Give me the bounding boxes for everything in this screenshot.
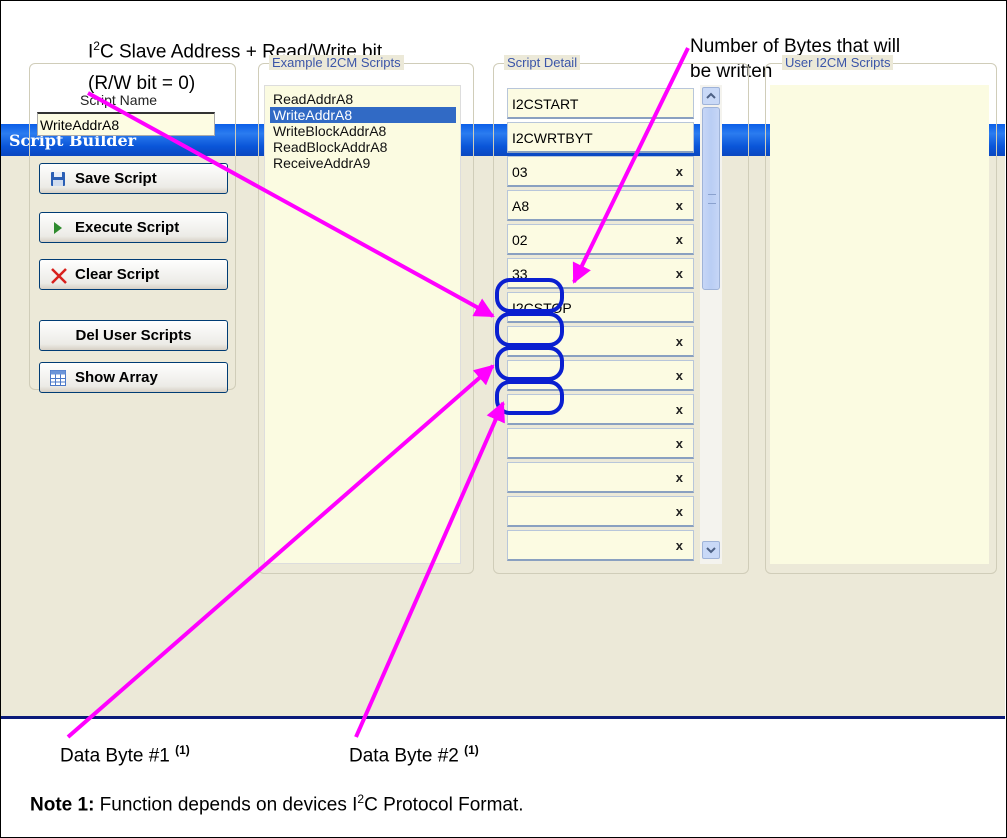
script-detail-group-label: Script Detail <box>504 55 581 70</box>
delete-row-icon[interactable]: x <box>676 198 683 213</box>
script-detail-row[interactable]: 33 x <box>507 258 694 289</box>
save-script-button[interactable]: Save Script <box>39 163 228 194</box>
note-label: Note 1: <box>30 794 95 816</box>
script-detail-value[interactable]: 02 <box>512 232 528 248</box>
script-detail-value[interactable]: I2CWRTBYT <box>512 130 593 146</box>
delete-row-icon[interactable]: x <box>676 368 683 383</box>
script-detail-list: I2CSTART I2CWRTBYT 03 x A8 x 02 x 33 x I2CSTOP x x x x… <box>502 85 728 564</box>
scroll-up-button[interactable] <box>702 87 720 105</box>
del-user-scripts-label: Del User Scripts <box>75 327 192 344</box>
script-detail-value[interactable]: I2CSTART <box>512 96 578 112</box>
delete-row-icon[interactable]: x <box>676 266 683 281</box>
example-item-writeblockaddra8[interactable]: WriteBlockAddrA8 <box>270 123 389 139</box>
examples-group-label: Example I2CM Scripts <box>269 55 404 70</box>
show-array-label: Show Array <box>75 369 158 386</box>
clear-script-button[interactable]: Clear Script <box>39 259 228 290</box>
example-item-readaddra8[interactable]: ReadAddrA8 <box>270 91 356 107</box>
delete-row-icon[interactable]: x <box>676 232 683 247</box>
script-detail-row[interactable]: x <box>507 394 694 425</box>
script-detail-row[interactable]: x <box>507 530 694 561</box>
save-script-label: Save Script <box>75 170 157 187</box>
execute-script-button[interactable]: Execute Script <box>39 212 228 243</box>
script-detail-value[interactable]: I2CSTOP <box>512 300 572 316</box>
script-detail-row[interactable]: 03 x <box>507 156 694 187</box>
script-detail-row[interactable]: A8 x <box>507 190 694 221</box>
delete-row-icon[interactable]: x <box>676 164 683 179</box>
delete-row-icon[interactable]: x <box>676 538 683 553</box>
script-detail-row[interactable]: x <box>507 326 694 357</box>
example-item-readblockaddra8[interactable]: ReadBlockAddrA8 <box>270 139 390 155</box>
script-detail-value[interactable]: 33 <box>512 266 528 282</box>
example-item-writeaddra8[interactable]: WriteAddrA8 <box>270 107 456 123</box>
script-detail-row[interactable]: x <box>507 462 694 493</box>
script-name-input[interactable]: WriteAddrA8 <box>37 112 215 136</box>
execute-script-label: Execute Script <box>75 219 180 236</box>
script-detail-row[interactable]: I2CWRTBYT <box>507 122 694 153</box>
delete-row-icon[interactable]: x <box>676 334 683 349</box>
floppy-disk-icon <box>50 171 66 187</box>
delete-row-icon[interactable]: x <box>676 402 683 417</box>
scroll-thumb[interactable] <box>702 107 720 290</box>
script-detail-scrollbar[interactable] <box>700 85 722 564</box>
chevron-up-icon <box>706 92 716 99</box>
user-scripts-list[interactable] <box>770 85 989 564</box>
data-byte-1-annotation: Data Byte #1 (1) <box>60 743 190 767</box>
example-scripts-list[interactable]: ReadAddrA8 WriteAddrA8 WriteBlockAddrA8 … <box>264 85 461 564</box>
delete-row-icon[interactable]: x <box>676 470 683 485</box>
script-detail-row[interactable]: x <box>507 360 694 391</box>
script-name-label: Script Name <box>80 92 158 108</box>
show-array-button[interactable]: Show Array <box>39 362 228 393</box>
chevron-down-icon <box>706 547 716 554</box>
clear-script-label: Clear Script <box>75 266 160 283</box>
delete-row-icon[interactable]: x <box>676 436 683 451</box>
scroll-down-button[interactable] <box>702 541 720 559</box>
red-x-icon <box>50 267 67 284</box>
note-1-footnote: Note 1: Function depends on devices I2C … <box>30 792 524 816</box>
table-grid-icon <box>50 369 66 386</box>
example-item-receiveaddra9[interactable]: ReceiveAddrA9 <box>270 155 373 171</box>
script-detail-row[interactable]: 02 x <box>507 224 694 255</box>
data-byte-2-annotation: Data Byte #2 (1) <box>349 743 479 767</box>
grip-icon <box>708 194 716 204</box>
script-detail-row[interactable]: I2CSTART <box>507 88 694 119</box>
del-user-scripts-button[interactable]: Del User Scripts <box>39 320 228 351</box>
delete-row-icon[interactable]: x <box>676 504 683 519</box>
play-icon <box>50 220 66 236</box>
script-detail-value[interactable]: 03 <box>512 164 528 180</box>
script-detail-row[interactable]: x <box>507 496 694 527</box>
script-detail-value[interactable]: A8 <box>512 198 529 214</box>
script-detail-row[interactable]: x <box>507 428 694 459</box>
script-detail-row[interactable]: I2CSTOP <box>507 292 694 323</box>
user-scripts-group-label: User I2CM Scripts <box>782 55 894 70</box>
